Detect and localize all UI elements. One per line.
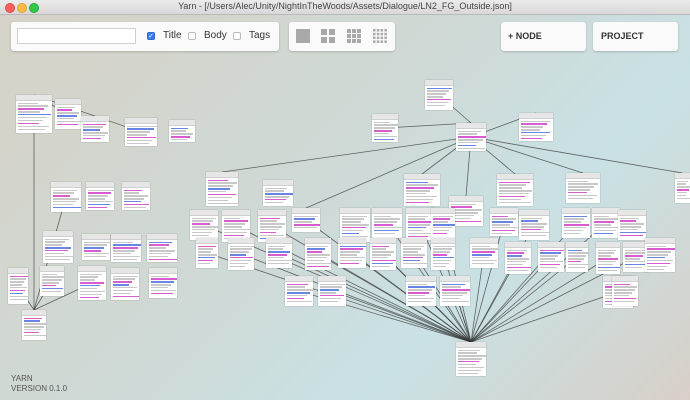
add-node-label: + NODE (508, 31, 542, 41)
dialogue-node[interactable] (196, 238, 218, 268)
zoom-4-icon[interactable] (373, 29, 387, 43)
dialogue-node[interactable] (16, 95, 52, 133)
dialogue-node[interactable] (125, 118, 157, 146)
project-button[interactable]: PROJECT (593, 22, 678, 51)
dialogue-node[interactable] (338, 238, 366, 268)
dialogue-node[interactable] (538, 242, 564, 272)
dialogue-node[interactable] (425, 80, 453, 110)
dialogue-node[interactable] (372, 208, 402, 238)
dialogue-node[interactable] (645, 238, 675, 272)
dialogue-node[interactable] (497, 174, 533, 206)
dialogue-node[interactable] (305, 238, 331, 270)
dialogue-node[interactable] (263, 180, 293, 206)
dialogue-node[interactable] (406, 208, 434, 240)
dialogue-node[interactable] (505, 242, 531, 274)
dialogue-node[interactable] (86, 182, 114, 210)
dialogue-node[interactable] (81, 116, 109, 142)
dialogue-node[interactable] (147, 234, 177, 262)
search-input[interactable] (17, 28, 136, 44)
title-filter-label[interactable]: Title (163, 30, 182, 41)
dialogue-node[interactable] (612, 276, 638, 306)
node-graph-canvas[interactable] (0, 58, 690, 400)
dialogue-node[interactable] (340, 208, 370, 242)
dialogue-node[interactable] (404, 174, 440, 206)
dialogue-node[interactable] (292, 208, 320, 232)
dialogue-node[interactable] (285, 276, 313, 306)
app-name: YARN (11, 374, 33, 383)
dialogue-node[interactable] (372, 114, 398, 142)
dialogue-node[interactable] (675, 173, 690, 203)
dialogue-node[interactable] (43, 231, 73, 263)
dialogue-node[interactable] (370, 238, 396, 270)
dialogue-node[interactable] (519, 210, 549, 240)
dialogue-node[interactable] (470, 238, 498, 268)
dialogue-node[interactable] (22, 310, 46, 340)
dialogue-node[interactable] (406, 276, 436, 306)
dialogue-node[interactable] (431, 238, 455, 270)
dialogue-node[interactable] (82, 234, 110, 260)
dialogue-node[interactable] (440, 276, 470, 306)
dialogue-node[interactable] (401, 238, 427, 268)
dialogue-node[interactable] (456, 123, 486, 151)
dialogue-node[interactable] (228, 238, 254, 270)
dialogue-node[interactable] (596, 242, 620, 274)
dialogue-node[interactable] (55, 99, 81, 129)
zoom-2-icon[interactable] (321, 29, 335, 43)
dialogue-node[interactable] (206, 172, 238, 206)
dialogue-node[interactable] (111, 268, 139, 300)
body-filter-checkbox[interactable] (188, 32, 196, 40)
dialogue-node[interactable] (169, 120, 195, 142)
app-brand: YARN VERSION 0.1.0 (11, 374, 67, 394)
dialogue-node[interactable] (519, 113, 553, 141)
dialogue-node[interactable] (78, 266, 106, 300)
title-bar: Yarn - [/Users/Alec/Unity/NightInTheWood… (0, 0, 690, 15)
body-filter-label[interactable]: Body (204, 30, 227, 41)
dialogue-node[interactable] (431, 208, 455, 238)
dialogue-node[interactable] (456, 342, 486, 376)
yarn-window: Yarn - [/Users/Alec/Unity/NightInTheWood… (0, 0, 690, 400)
tags-filter-checkbox[interactable] (233, 32, 241, 40)
dialogue-node[interactable] (111, 234, 141, 262)
dialogue-node[interactable] (51, 182, 81, 212)
dialogue-node[interactable] (592, 208, 620, 238)
dialogue-node[interactable] (190, 210, 218, 240)
zoom-3-icon[interactable] (347, 29, 361, 43)
zoom-1-icon[interactable] (296, 29, 310, 43)
dialogue-node[interactable] (318, 276, 346, 306)
dialogue-node[interactable] (40, 266, 64, 296)
dialogue-node[interactable] (490, 208, 518, 236)
dialogue-node[interactable] (566, 173, 600, 203)
node-connection (221, 136, 472, 173)
window-title: Yarn - [/Users/Alec/Unity/NightInTheWood… (178, 1, 512, 11)
dialogue-node[interactable] (562, 208, 590, 238)
app-version: VERSION 0.1.0 (11, 384, 68, 393)
dialogue-node[interactable] (266, 238, 292, 268)
dialogue-node[interactable] (566, 242, 588, 272)
node-connection (470, 136, 584, 174)
tags-filter-label[interactable]: Tags (249, 30, 270, 41)
dialogue-node[interactable] (149, 268, 177, 298)
title-filter-checkbox[interactable]: ✓ (147, 32, 155, 40)
add-node-button[interactable]: + NODE (501, 22, 586, 51)
dialogue-node[interactable] (122, 182, 150, 210)
dialogue-node[interactable] (618, 210, 646, 240)
dialogue-node[interactable] (8, 268, 28, 304)
project-label: PROJECT (601, 31, 644, 41)
node-connection (470, 136, 683, 174)
node-connection (305, 136, 472, 209)
